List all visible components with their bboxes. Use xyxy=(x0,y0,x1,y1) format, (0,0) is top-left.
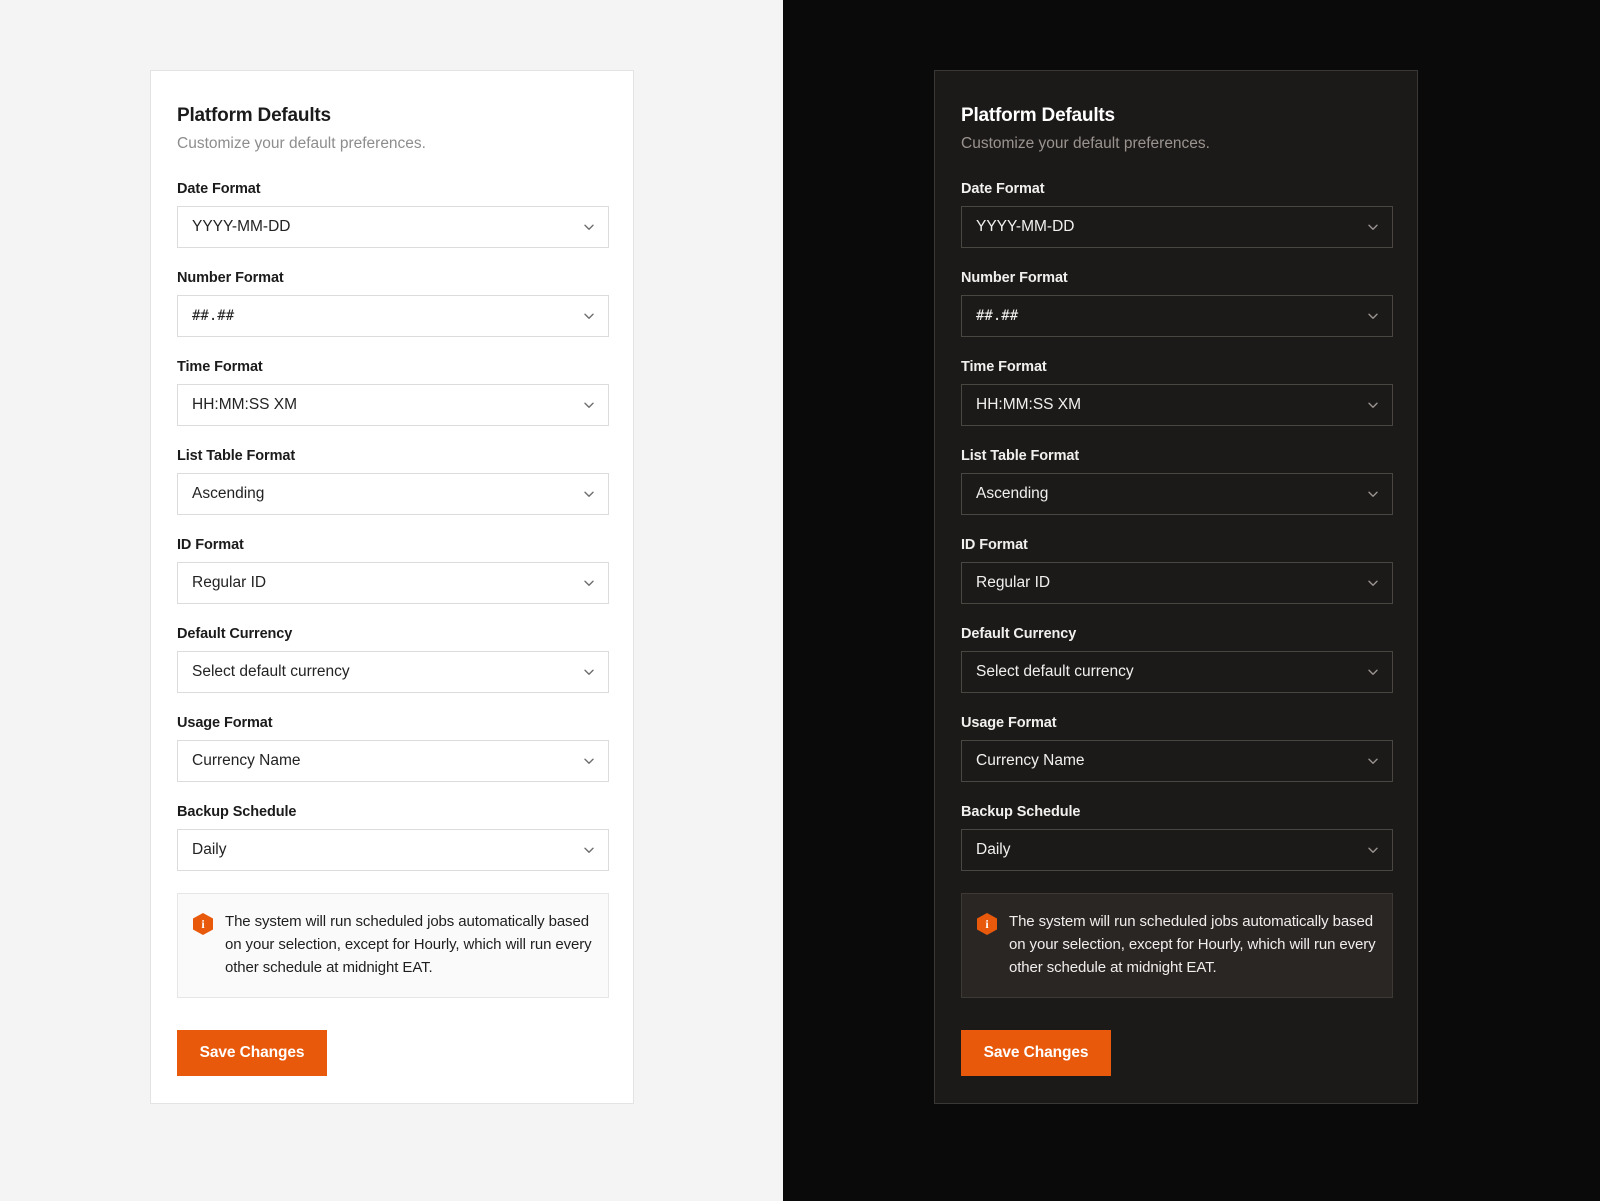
select-backup-schedule[interactable]: Daily xyxy=(177,829,609,871)
field-backup-schedule: Backup Schedule Daily xyxy=(177,804,607,871)
label-number-format: Number Format xyxy=(961,270,1391,286)
platform-defaults-card-dark: Platform Defaults Customize your default… xyxy=(934,70,1418,1104)
dark-theme-pane: Platform Defaults Customize your default… xyxy=(783,0,1600,1201)
label-default-currency: Default Currency xyxy=(177,626,607,642)
light-theme-pane: Platform Defaults Customize your default… xyxy=(0,0,783,1201)
label-backup-schedule: Backup Schedule xyxy=(961,804,1391,820)
label-id-format: ID Format xyxy=(961,537,1391,553)
select-id-format[interactable]: Regular ID xyxy=(961,562,1393,604)
chevron-down-icon xyxy=(1366,665,1380,679)
select-value-time-format: HH:MM:SS XM xyxy=(192,396,297,414)
select-value-list-table-format: Ascending xyxy=(976,485,1048,503)
select-value-number-format: ##.## xyxy=(192,308,234,324)
select-list-table-format[interactable]: Ascending xyxy=(961,473,1393,515)
page-subtitle: Customize your default preferences. xyxy=(177,135,607,153)
field-number-format: Number Format ##.## xyxy=(177,270,607,337)
chevron-down-icon xyxy=(1366,398,1380,412)
select-list-table-format[interactable]: Ascending xyxy=(177,473,609,515)
chevron-down-icon xyxy=(1366,309,1380,323)
chevron-down-icon xyxy=(582,665,596,679)
select-value-usage-format: Currency Name xyxy=(192,752,301,770)
select-value-usage-format: Currency Name xyxy=(976,752,1085,770)
chevron-down-icon xyxy=(582,487,596,501)
label-time-format: Time Format xyxy=(177,359,607,375)
select-backup-schedule[interactable]: Daily xyxy=(961,829,1393,871)
select-value-number-format: ##.## xyxy=(976,308,1018,324)
label-date-format: Date Format xyxy=(177,181,607,197)
select-value-date-format: YYYY-MM-DD xyxy=(192,218,290,236)
chevron-down-icon xyxy=(1366,754,1380,768)
select-number-format[interactable]: ##.## xyxy=(961,295,1393,337)
chevron-down-icon xyxy=(1366,576,1380,590)
select-id-format[interactable]: Regular ID xyxy=(177,562,609,604)
select-value-id-format: Regular ID xyxy=(192,574,266,592)
save-button[interactable]: Save Changes xyxy=(177,1030,327,1076)
label-usage-format: Usage Format xyxy=(961,715,1391,731)
select-default-currency[interactable]: Select default currency xyxy=(961,651,1393,693)
select-time-format[interactable]: HH:MM:SS XM xyxy=(961,384,1393,426)
field-date-format: Date Format YYYY-MM-DD xyxy=(961,181,1391,248)
chevron-down-icon xyxy=(582,754,596,768)
info-callout-text: The system will run scheduled jobs autom… xyxy=(225,911,592,979)
label-list-table-format: List Table Format xyxy=(177,448,607,464)
label-usage-format: Usage Format xyxy=(177,715,607,731)
select-value-date-format: YYYY-MM-DD xyxy=(976,218,1074,236)
chevron-down-icon xyxy=(1366,843,1380,857)
label-number-format: Number Format xyxy=(177,270,607,286)
field-time-format: Time Format HH:MM:SS XM xyxy=(961,359,1391,426)
label-date-format: Date Format xyxy=(961,181,1391,197)
field-time-format: Time Format HH:MM:SS XM xyxy=(177,359,607,426)
label-list-table-format: List Table Format xyxy=(961,448,1391,464)
info-icon: i xyxy=(977,913,997,935)
select-value-list-table-format: Ascending xyxy=(192,485,264,503)
field-date-format: Date Format YYYY-MM-DD xyxy=(177,181,607,248)
field-number-format: Number Format ##.## xyxy=(961,270,1391,337)
chevron-down-icon xyxy=(582,576,596,590)
field-default-currency: Default Currency Select default currency xyxy=(961,626,1391,693)
label-backup-schedule: Backup Schedule xyxy=(177,804,607,820)
select-number-format[interactable]: ##.## xyxy=(177,295,609,337)
select-usage-format[interactable]: Currency Name xyxy=(177,740,609,782)
field-list-table-format: List Table Format Ascending xyxy=(177,448,607,515)
field-default-currency: Default Currency Select default currency xyxy=(177,626,607,693)
info-callout: i The system will run scheduled jobs aut… xyxy=(961,893,1393,998)
select-value-default-currency: Select default currency xyxy=(976,663,1134,681)
field-list-table-format: List Table Format Ascending xyxy=(961,448,1391,515)
select-usage-format[interactable]: Currency Name xyxy=(961,740,1393,782)
select-default-currency[interactable]: Select default currency xyxy=(177,651,609,693)
field-usage-format: Usage Format Currency Name xyxy=(177,715,607,782)
select-value-backup-schedule: Daily xyxy=(192,841,226,859)
page-title: Platform Defaults xyxy=(961,105,1391,127)
field-backup-schedule: Backup Schedule Daily xyxy=(961,804,1391,871)
page-subtitle: Customize your default preferences. xyxy=(961,135,1391,153)
label-default-currency: Default Currency xyxy=(961,626,1391,642)
save-button[interactable]: Save Changes xyxy=(961,1030,1111,1076)
page-title: Platform Defaults xyxy=(177,105,607,127)
chevron-down-icon xyxy=(582,843,596,857)
select-date-format[interactable]: YYYY-MM-DD xyxy=(961,206,1393,248)
theme-comparison-screen: Platform Defaults Customize your default… xyxy=(0,0,1600,1201)
select-value-time-format: HH:MM:SS XM xyxy=(976,396,1081,414)
field-usage-format: Usage Format Currency Name xyxy=(961,715,1391,782)
field-id-format: ID Format Regular ID xyxy=(177,537,607,604)
select-value-id-format: Regular ID xyxy=(976,574,1050,592)
chevron-down-icon xyxy=(582,309,596,323)
chevron-down-icon xyxy=(582,220,596,234)
chevron-down-icon xyxy=(1366,220,1380,234)
platform-defaults-card-light: Platform Defaults Customize your default… xyxy=(150,70,634,1104)
field-id-format: ID Format Regular ID xyxy=(961,537,1391,604)
select-date-format[interactable]: YYYY-MM-DD xyxy=(177,206,609,248)
chevron-down-icon xyxy=(582,398,596,412)
select-value-backup-schedule: Daily xyxy=(976,841,1010,859)
label-time-format: Time Format xyxy=(961,359,1391,375)
chevron-down-icon xyxy=(1366,487,1380,501)
label-id-format: ID Format xyxy=(177,537,607,553)
select-time-format[interactable]: HH:MM:SS XM xyxy=(177,384,609,426)
info-icon: i xyxy=(193,913,213,935)
select-value-default-currency: Select default currency xyxy=(192,663,350,681)
info-callout: i The system will run scheduled jobs aut… xyxy=(177,893,609,998)
info-callout-text: The system will run scheduled jobs autom… xyxy=(1009,911,1376,979)
